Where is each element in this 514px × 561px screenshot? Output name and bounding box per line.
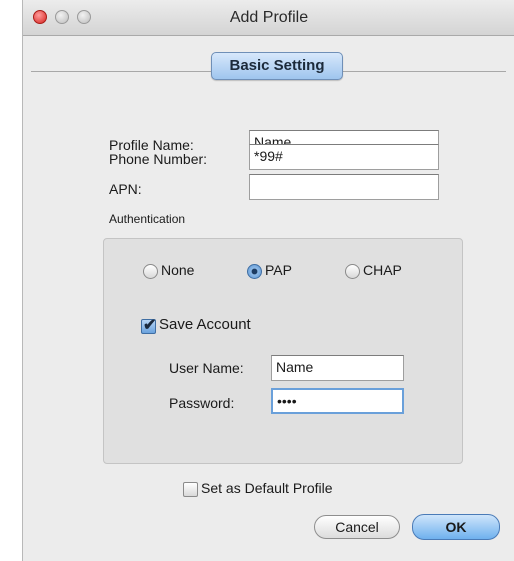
set-default-profile-checkbox[interactable]	[183, 482, 198, 497]
auth-pap-label[interactable]: PAP	[265, 262, 292, 278]
auth-chap-label[interactable]: CHAP	[363, 262, 402, 278]
user-name-label: User Name:	[169, 360, 244, 376]
add-profile-dialog: Add Profile Basic Setting Profile Name: …	[22, 0, 514, 561]
user-name-input[interactable]: Name	[271, 355, 404, 381]
set-default-profile-label[interactable]: Set as Default Profile	[201, 480, 333, 496]
apn-input[interactable]	[249, 174, 439, 200]
auth-chap-radio[interactable]	[345, 264, 360, 279]
save-account-label[interactable]: Save Account	[159, 316, 251, 333]
auth-pap-radio[interactable]	[247, 264, 262, 279]
auth-none-radio[interactable]	[143, 264, 158, 279]
authentication-group-label: Authentication	[109, 212, 186, 226]
ok-button[interactable]: OK	[412, 514, 500, 540]
title-bar: Add Profile	[23, 0, 514, 36]
save-account-checkbox[interactable]: ✔	[141, 317, 156, 334]
phone-number-input[interactable]: *99#	[249, 144, 439, 170]
phone-number-label: Phone Number:	[109, 151, 208, 167]
tab-basic-setting[interactable]: Basic Setting	[211, 52, 343, 80]
apn-label: APN:	[109, 181, 142, 197]
password-input[interactable]: ••••	[271, 388, 404, 414]
auth-none-label[interactable]: None	[161, 262, 194, 278]
cancel-button[interactable]: Cancel	[314, 515, 400, 539]
password-label: Password:	[169, 395, 235, 411]
window-title: Add Profile	[229, 9, 309, 26]
checkmark-icon: ✔	[143, 317, 157, 334]
